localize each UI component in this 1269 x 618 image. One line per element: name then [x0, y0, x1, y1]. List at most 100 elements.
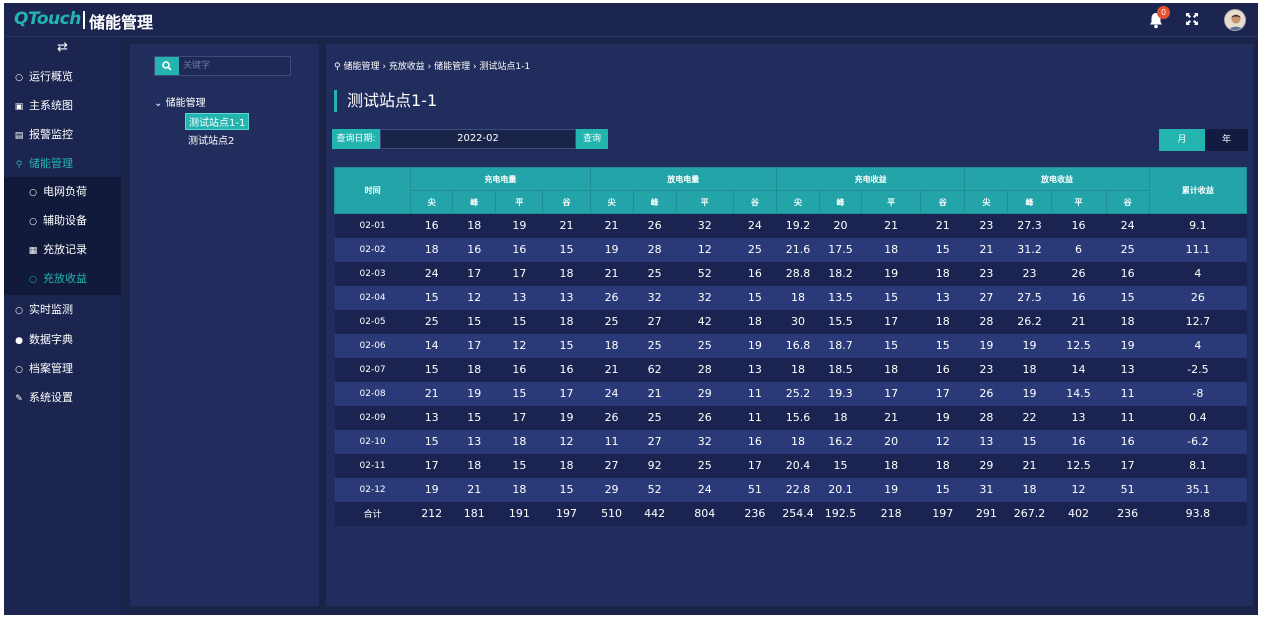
table-cell: 15: [542, 237, 591, 262]
table-cell: 19.3: [819, 381, 862, 406]
table-cell: 26: [676, 405, 734, 430]
query-button[interactable]: 查询: [576, 129, 608, 149]
table-cell: 16: [733, 429, 777, 454]
table-cell: 13: [733, 357, 777, 382]
submenu-item-charge-record[interactable]: ▦ 充放记录: [4, 235, 121, 264]
sidebar-item-realtime[interactable]: ○ 实时监测: [4, 295, 121, 324]
submenu-item-charge-revenue[interactable]: ○ 充放收益: [4, 264, 121, 293]
table-row: 02-03 24 17 17 18 21 25 52 16 28.8 18.2 19 18 23 23 26 1…: [334, 261, 1247, 286]
table-cell: 18: [452, 213, 496, 238]
sidebar-item-archive[interactable]: ○ 档案管理: [4, 354, 121, 383]
table-cell: 15.5: [819, 309, 862, 334]
search-input[interactable]: [183, 57, 288, 75]
table-cell: 18: [861, 453, 921, 478]
table-cell-time: 02-10: [334, 429, 411, 454]
table-cell: 11: [590, 429, 634, 454]
sidebar-item-overview[interactable]: ○ 运行概览: [4, 62, 121, 91]
col-header-sub: 谷: [920, 190, 966, 214]
table-cell: 16.2: [819, 429, 862, 454]
table-cell: 510: [590, 501, 634, 526]
sidebar-item-dictionary[interactable]: ● 数据字典: [4, 325, 121, 354]
sidebar-item-main-diagram[interactable]: ▣ 主系统图: [4, 91, 121, 120]
table-cell: 23: [964, 213, 1008, 238]
tree-root-label: 储能管理: [165, 98, 206, 109]
table-cell: 4: [1149, 333, 1247, 358]
storage-submenu: ○ 电网负荷 ○ 辅助设备 ▦ 充放记录 ○ 充放收益: [4, 177, 121, 295]
notification-badge: 0: [1157, 6, 1170, 19]
table-cell: 27: [633, 309, 677, 334]
tree-leaf-site-1-1[interactable]: 测试站点1-1: [185, 113, 250, 130]
table-row: 合计 212 181 191 197 510 442 804 236 254.4 192.5 218 1…: [334, 501, 1247, 526]
table-cell: 16: [1106, 261, 1150, 286]
sidebar-item-label: 系统设置: [29, 391, 73, 404]
table-cell: 21: [920, 213, 965, 238]
tree-search: [154, 56, 291, 76]
table-cell: 16: [1051, 213, 1107, 238]
table-cell-time: 02-04: [334, 285, 411, 310]
table-cell: 25: [590, 309, 634, 334]
table-cell: 16: [1051, 285, 1107, 310]
table-cell: 27: [590, 453, 634, 478]
query-date-input[interactable]: 2022-02: [380, 129, 576, 149]
chevron-down-icon: ⌄: [154, 98, 163, 109]
table-cell: 26: [1149, 285, 1247, 310]
toggle-month-button[interactable]: 月: [1159, 129, 1205, 151]
col-header-sub: 峰: [632, 190, 677, 214]
table-cell: 12: [676, 237, 734, 262]
sidebar-item-settings[interactable]: ✎ 系统设置: [4, 383, 121, 412]
table-cell: 18: [819, 405, 862, 430]
table-cell: 14.5: [1051, 381, 1107, 406]
table-row: 02-09 13 15 17 19 26 25 26 11 15.6 18 21 19 28 22 13 11 0…: [334, 405, 1247, 430]
table-cell-time: 02-11: [334, 453, 411, 478]
table-cell: 30: [776, 309, 820, 334]
table-cell: 9.1: [1149, 213, 1247, 238]
tree-leaf-site-2[interactable]: 测试站点2: [185, 132, 237, 147]
table-cell: 19: [1007, 381, 1051, 406]
table-cell: 29: [964, 453, 1008, 478]
table-cell: 24: [1106, 213, 1150, 238]
revenue-table: 时间 充电电量 放电电量 充电收益 放电收益 累计收益 尖 峰 平 谷 尖 峰 …: [333, 167, 1248, 526]
table-cell: 12: [920, 429, 965, 454]
table-cell: 21: [410, 381, 453, 406]
col-header-sub: 尖: [410, 190, 454, 214]
table-row: 02-11 17 18 15 18 27 92 25 17 20.4 15 18 18 29 21 12.5 1…: [334, 453, 1247, 478]
submenu-item-grid-load[interactable]: ○ 电网负荷: [4, 177, 121, 206]
table-cell: 13: [964, 429, 1008, 454]
fullscreen-icon[interactable]: [1184, 11, 1202, 29]
user-avatar[interactable]: [1224, 9, 1246, 31]
submenu-item-aux-device[interactable]: ○ 辅助设备: [4, 206, 121, 235]
table-cell: 18: [733, 309, 777, 334]
table-cell: 197: [542, 501, 591, 526]
table-cell-time: 02-01: [334, 213, 411, 238]
table-cell: 25: [676, 453, 734, 478]
table-cell: 16.8: [776, 333, 820, 358]
sidebar-item-alarm[interactable]: ▤ 报警监控: [4, 120, 121, 149]
search-icon[interactable]: [155, 57, 179, 75]
app-window: QTouch 储能管理 0 ⇄ ○ 运行概览 ▣ 主系统图 ▤ 报警监控 ⚲ 储能管理: [4, 3, 1258, 615]
menu-toggle-icon[interactable]: ⇄: [4, 37, 121, 59]
toggle-year-button[interactable]: 年: [1205, 129, 1248, 151]
table-cell: 24: [676, 477, 734, 502]
table-cell: 18: [776, 357, 820, 382]
col-header-sub: 谷: [732, 190, 777, 214]
sidebar-item-storage[interactable]: ⚲ 储能管理: [4, 149, 121, 178]
table-cell: 12.5: [1051, 333, 1107, 358]
table-cell: 17: [861, 381, 921, 406]
col-header-sub: 峰: [452, 190, 497, 214]
table-cell: 23: [1007, 261, 1051, 286]
table-cell: 24: [733, 213, 777, 238]
table-cell: 52: [633, 477, 677, 502]
table-cell: 25: [633, 333, 677, 358]
table-cell: 18: [776, 285, 820, 310]
table-cell: 93.8: [1149, 501, 1247, 526]
table-cell: 25: [633, 405, 677, 430]
table-cell: 17.5: [819, 237, 862, 262]
table-cell: 191: [495, 501, 543, 526]
table-cell: 16: [410, 213, 453, 238]
table-cell: 19: [410, 477, 453, 502]
table-cell: 19: [920, 405, 965, 430]
tree-root-node[interactable]: ⌄ 储能管理: [154, 94, 206, 109]
dot-icon: ●: [15, 336, 23, 346]
table-cell: 18: [410, 237, 453, 262]
table-cell: 32: [676, 285, 734, 310]
